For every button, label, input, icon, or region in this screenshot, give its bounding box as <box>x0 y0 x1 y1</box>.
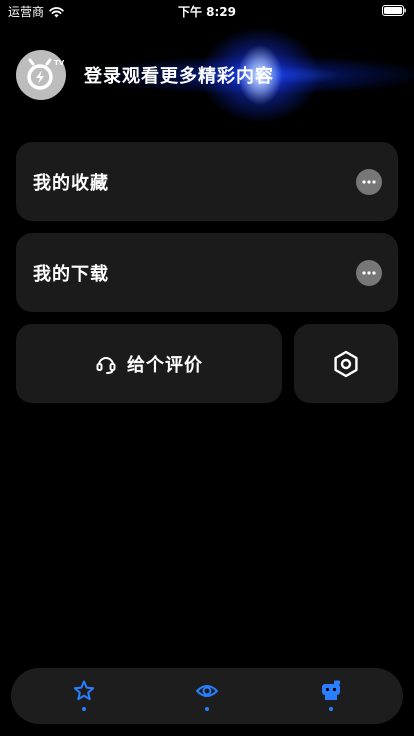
settings-icon <box>334 350 358 377</box>
downloads-label: 我的下载 <box>33 263 109 285</box>
favorites-more-button[interactable] <box>356 168 382 195</box>
rate-label: 给个评价 <box>127 354 203 376</box>
svg-text:TV: TV <box>54 59 65 67</box>
login-header[interactable]: TV 登录观看更多精彩内容 <box>16 50 274 100</box>
tab-watch[interactable] <box>177 668 237 724</box>
downloads-card[interactable]: 我的下载 <box>16 233 398 312</box>
battery-icon <box>382 5 406 16</box>
favorites-card[interactable]: 我的收藏 <box>16 142 398 221</box>
more-icon <box>362 179 376 184</box>
tv-icon: TV <box>27 58 65 90</box>
tab-indicator-dot <box>205 707 209 711</box>
tab-profile[interactable] <box>301 668 361 724</box>
login-prompt[interactable]: 登录观看更多精彩内容 <box>84 62 274 88</box>
tab-indicator-dot <box>82 707 86 711</box>
favorites-label: 我的收藏 <box>33 172 109 194</box>
rate-content: 给个评价 <box>95 351 203 377</box>
eye-icon <box>196 685 218 697</box>
headset-icon <box>96 356 116 374</box>
tab-favorites[interactable] <box>54 668 114 724</box>
settings-button[interactable] <box>294 324 398 403</box>
tab-indicator-dot <box>329 707 333 711</box>
status-bar: 运营商 下午 8:29 <box>0 0 414 22</box>
rate-button[interactable]: 给个评价 <box>16 324 282 403</box>
tab-bar <box>11 668 403 724</box>
robot-icon <box>322 680 340 700</box>
star-icon <box>73 680 95 701</box>
downloads-more-button[interactable] <box>356 259 382 286</box>
status-time: 下午 8:29 <box>177 5 237 19</box>
more-icon <box>362 270 376 275</box>
avatar[interactable]: TV <box>16 50 66 100</box>
